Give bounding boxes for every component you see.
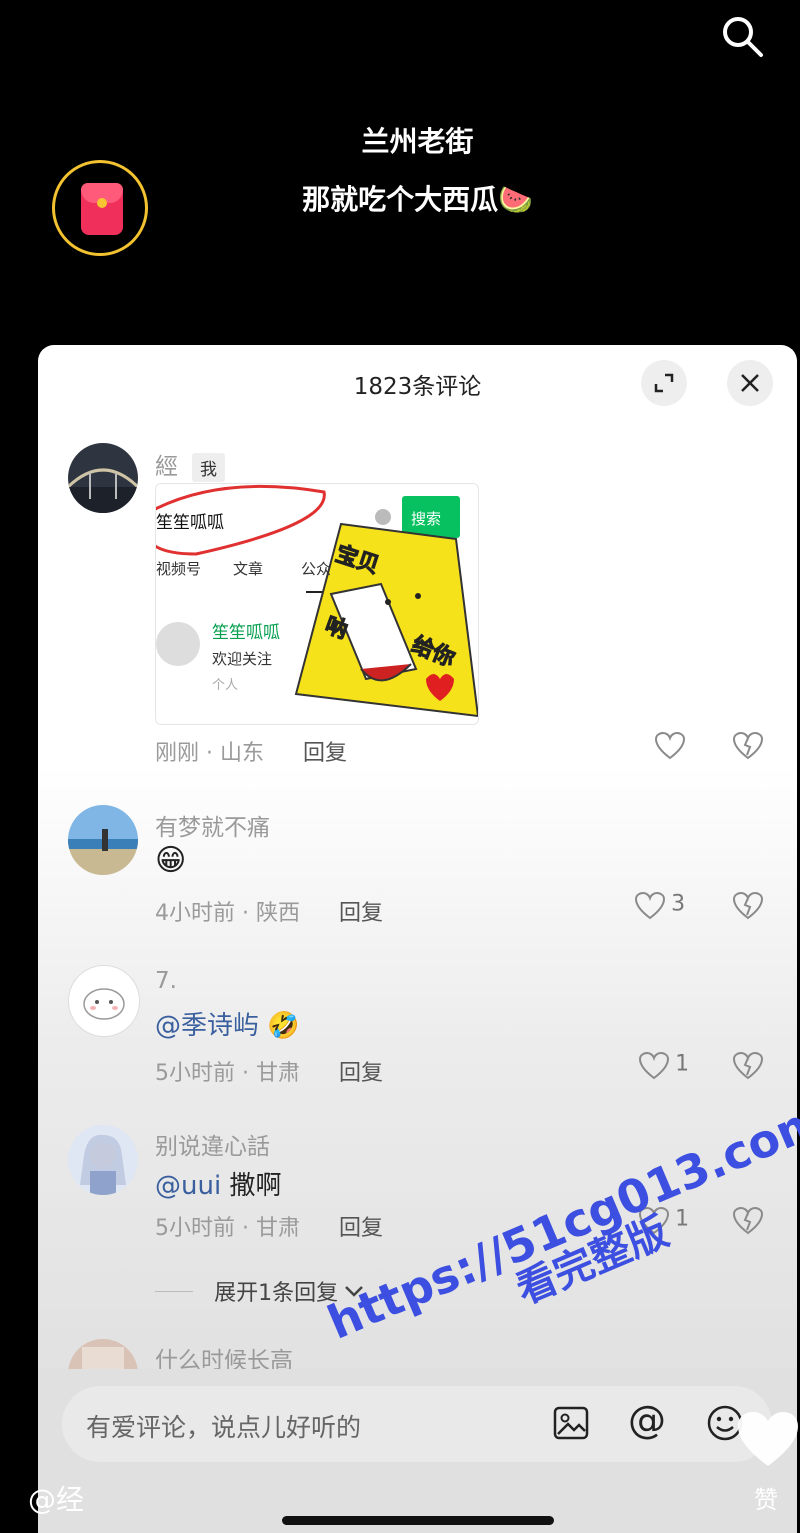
search-icon[interactable] (718, 12, 766, 60)
like-button[interactable]: 3 (634, 891, 685, 921)
video-title: 兰州老街 (361, 125, 474, 158)
like-label: 赞 (754, 1486, 778, 1514)
red-packet-icon[interactable] (52, 160, 148, 256)
comment-input-placeholder: 有爱评论，说点儿好听的 (86, 1413, 362, 1442)
broken-heart-icon[interactable] (732, 1051, 764, 1085)
heart-icon (634, 891, 666, 920)
broken-heart-icon[interactable] (732, 1206, 764, 1240)
mention-icon[interactable]: @ (628, 1398, 666, 1442)
reply-button[interactable]: 回复 (339, 1061, 383, 1086)
comment-username[interactable]: 有梦就不痛 (155, 808, 270, 842)
expand-button[interactable] (641, 360, 687, 406)
comments-panel: 1823条评论 經我 笙笙呱呱 搜索 视频号 文章 公众 笙笙呱呱 欢迎关注 个… (38, 345, 797, 1533)
home-indicator[interactable] (282, 1516, 554, 1525)
close-button[interactable] (727, 360, 773, 406)
mention-link[interactable]: @季诗屿 (155, 1011, 259, 1041)
author-handle[interactable]: @经 (28, 1478, 84, 1518)
comment-text: @uui 撒啊 (155, 1171, 282, 1201)
comment-input[interactable]: 有爱评论，说点儿好听的 @ (62, 1386, 772, 1462)
divider (155, 1290, 193, 1292)
like-button[interactable]: 1 (638, 1051, 689, 1081)
image-icon[interactable] (552, 1404, 590, 1446)
me-badge: 我 (192, 453, 225, 482)
comment-meta: 5小时前 · 甘肃 回复 (155, 1061, 383, 1086)
like-count: 3 (671, 891, 686, 917)
close-icon (741, 374, 759, 392)
comment-meta: 4小时前 · 陕西 回复 (155, 901, 383, 926)
avatar[interactable] (68, 965, 140, 1037)
comment-meta: 5小时前 · 甘肃 回复 (155, 1216, 383, 1241)
comment-text: 😁 (155, 843, 187, 878)
comment-username[interactable]: 别说違心話 (155, 1127, 270, 1161)
avatar[interactable] (68, 805, 138, 875)
comment-text: @季诗屿 🤣 (155, 1011, 300, 1041)
like-heart-icon[interactable] (736, 1410, 800, 1474)
comment-image[interactable]: 笙笙呱呱 搜索 视频号 文章 公众 笙笙呱呱 欢迎关注 个人 宝贝 呐 给你 (155, 483, 479, 725)
comment-meta: 刚刚 · 山东 回复 (155, 741, 347, 766)
expand-icon (654, 373, 674, 393)
broken-heart-icon[interactable] (732, 891, 764, 925)
reply-button[interactable]: 回复 (339, 901, 383, 926)
comment-username[interactable]: 7. (155, 968, 177, 994)
reply-button[interactable]: 回复 (303, 741, 347, 766)
like-count: 1 (675, 1206, 690, 1232)
comment-username[interactable]: 經我 (155, 447, 225, 482)
avatar[interactable] (68, 1125, 138, 1195)
avatar[interactable] (68, 443, 138, 513)
mention-link[interactable]: @uui (155, 1171, 221, 1201)
heart-icon[interactable] (654, 731, 686, 765)
broken-heart-icon[interactable] (732, 731, 764, 765)
like-count: 1 (675, 1051, 690, 1077)
heart-icon (638, 1051, 670, 1080)
reply-button[interactable]: 回复 (339, 1216, 383, 1241)
